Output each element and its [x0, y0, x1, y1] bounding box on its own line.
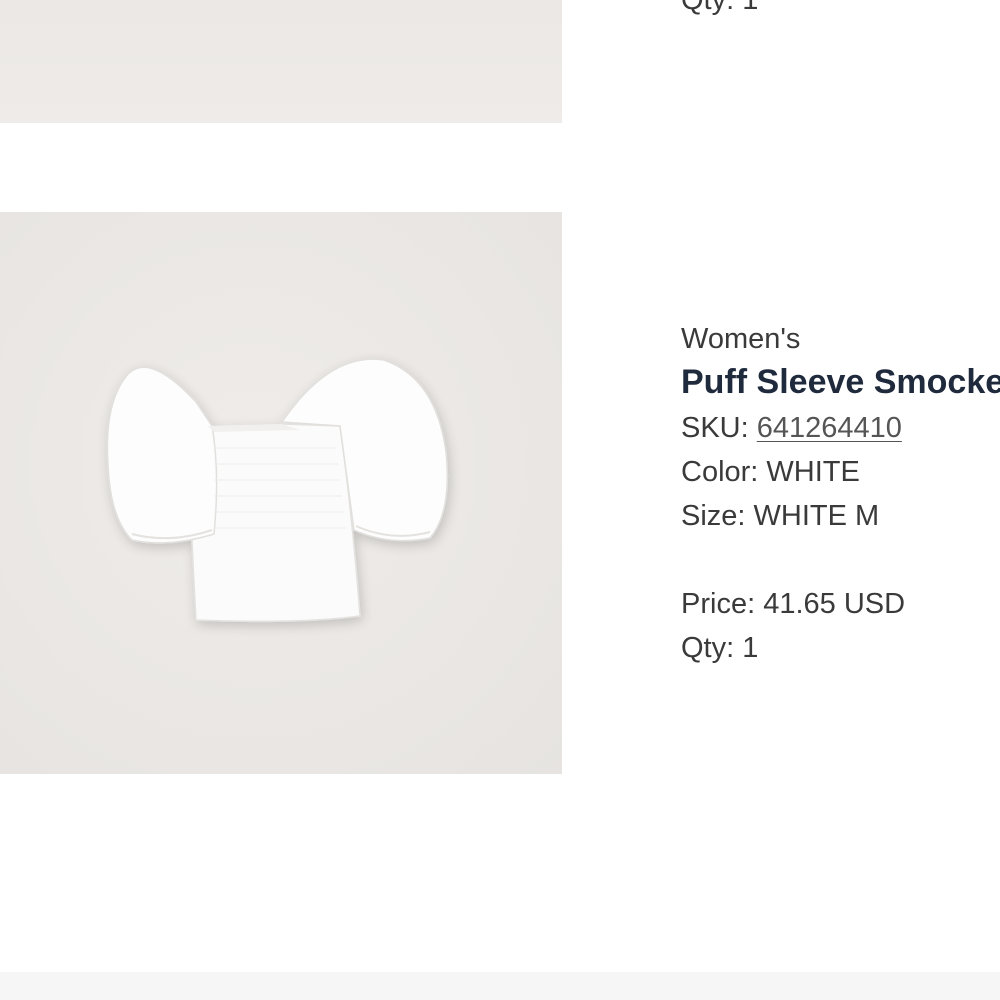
- item-size-value: WHITE M: [753, 500, 880, 532]
- item-title[interactable]: Puff Sleeve Smocked: [681, 358, 1000, 406]
- item-sku-label: SKU:: [681, 412, 749, 444]
- item-color: Color: WHITE: [681, 450, 1000, 494]
- item-details: Women's Puff Sleeve Smocked SKU: 6412644…: [681, 320, 1000, 670]
- item-color-label: Color:: [681, 456, 759, 488]
- item-qty-value: 1: [742, 632, 759, 664]
- item-size-label: Size:: [681, 500, 746, 532]
- previous-item-qty: Qty: 1: [681, 0, 758, 16]
- item-price-value: 41.65 USD: [763, 588, 906, 620]
- item-sku: SKU: 641264410: [681, 406, 1000, 450]
- previous-item-qty-label: Qty:: [681, 0, 735, 16]
- order-items-page: Qty: 1 Women's Puff Sleeve Smocked SKU: …: [0, 0, 1000, 1000]
- details-spacer: [681, 538, 1000, 582]
- item-price: Price: 41.65 USD: [681, 582, 1000, 626]
- white-top-illustration: [106, 358, 449, 623]
- previous-item-image: [0, 0, 562, 123]
- item-size: Size: WHITE M: [681, 494, 1000, 538]
- item-qty: Qty: 1: [681, 626, 1000, 670]
- previous-item-qty-value: 1: [742, 0, 759, 16]
- item-color-value: WHITE: [766, 456, 860, 488]
- item-category: Women's: [681, 323, 801, 355]
- item-price-label: Price:: [681, 588, 756, 620]
- item-qty-label: Qty:: [681, 632, 735, 664]
- item-sku-link[interactable]: 641264410: [757, 412, 902, 444]
- item-product-image[interactable]: [0, 212, 562, 774]
- footer-bar: [0, 972, 1000, 1000]
